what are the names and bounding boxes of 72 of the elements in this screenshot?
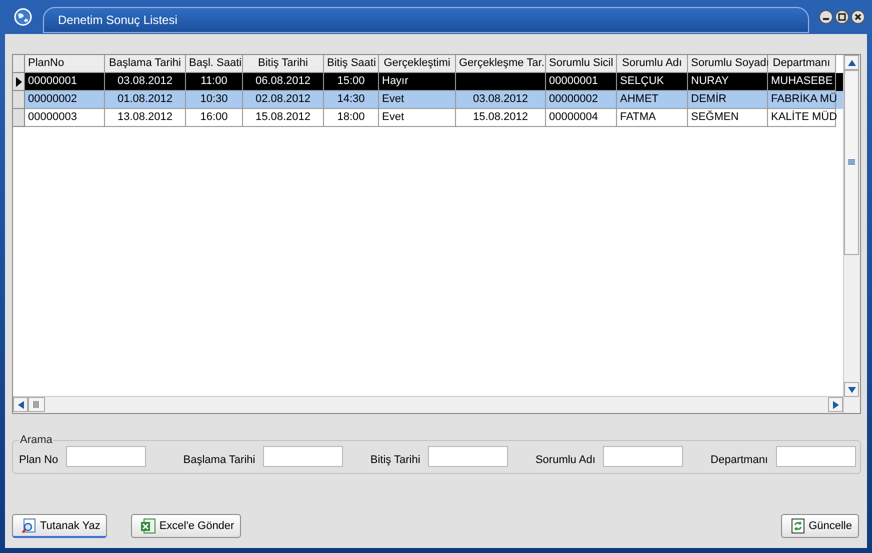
column-header[interactable]: Departmanı (768, 55, 836, 73)
table-cell: 01.08.2012 (105, 91, 186, 109)
table-cell: KALİTE MÜD (768, 109, 836, 127)
magnifier-document-icon (21, 518, 37, 534)
table-cell: Evet (379, 109, 456, 127)
table-cell: 03.08.2012 (456, 91, 546, 109)
grip-icon (33, 401, 40, 408)
column-header[interactable]: Sorumlu Sicil (546, 55, 617, 73)
column-header[interactable]: Sorumlu Soyadı (688, 55, 768, 73)
table-cell: 00000002 (546, 91, 617, 109)
refresh-button[interactable]: Güncelle (780, 514, 859, 538)
column-header[interactable]: Gerçekleştimi (379, 55, 456, 73)
left-arrow-icon (18, 400, 24, 408)
table-cell: 10:30 (186, 91, 243, 109)
maximize-icon[interactable] (835, 10, 849, 24)
column-header[interactable]: Bitiş Tarihi (243, 55, 324, 73)
table-cell: AHMET (617, 91, 688, 109)
table-row[interactable]: 00000003 13.08.2012 16:00 15.08.2012 18:00 Evet 15.08.2012 00000004 FATMA SEĞMEN KALİTE MÜD (13, 109, 843, 127)
group-title: Arama (19, 434, 54, 446)
table-cell: FABRİKA MÜ (768, 91, 836, 109)
field-label: Başlama Tarihi (183, 454, 256, 467)
table-cell: 00000002 (25, 91, 105, 109)
table-cell: SEĞMEN (688, 109, 768, 127)
input-field[interactable] (263, 446, 344, 467)
row-indicator[interactable] (13, 73, 25, 91)
table-row[interactable]: 00000002 01.08.2012 10:30 02.08.2012 14:30 Evet 03.08.2012 00000002 AHMET DEMİR FABRİKA MÜ (13, 91, 843, 109)
table-cell: 00000003 (25, 109, 105, 127)
scroll-down-button[interactable] (844, 382, 859, 397)
input-field[interactable] (428, 446, 508, 467)
current-row-icon (16, 76, 22, 86)
field-label: Sorumlu Adı (535, 454, 596, 467)
field-label: Bitiş Tarihi (370, 454, 420, 467)
table-cell: 00000004 (546, 109, 617, 127)
down-arrow-icon (848, 386, 856, 392)
table-cell: DEMİR (688, 91, 768, 109)
table-cell: 15.08.2012 (243, 109, 324, 127)
field-label: Departmanı (710, 454, 768, 467)
excel-button[interactable]: Excel'e Gönder (131, 514, 242, 538)
table-cell: Evet (379, 91, 456, 109)
column-header[interactable]: Sorumlu Adı (617, 55, 688, 73)
table-cell: FATMA (617, 109, 688, 127)
window-title: Denetim Sonuç Listesi (58, 13, 178, 27)
table-cell: 16:00 (186, 109, 243, 127)
table-cell: 02.08.2012 (243, 91, 324, 109)
up-arrow-icon (848, 60, 856, 66)
field-label: Plan No (19, 454, 58, 467)
input-field[interactable] (66, 446, 146, 467)
input-field[interactable] (603, 446, 684, 467)
close-icon[interactable] (851, 10, 865, 24)
right-arrow-icon (832, 400, 838, 408)
table-cell: 18:00 (324, 109, 379, 127)
column-header[interactable]: Gerçekleşme Tar. (456, 55, 546, 73)
refresh-icon (790, 518, 806, 534)
globe-icon (13, 7, 33, 27)
scroll-up-button[interactable] (844, 55, 859, 70)
scroll-thumb[interactable] (28, 397, 45, 412)
table-row[interactable]: 00000001 03.08.2012 11:00 06.08.2012 15:00 Hayır 00000001 SELÇUK NURAY MUHASEBE (13, 73, 843, 91)
minimize-icon[interactable] (819, 10, 833, 24)
column-header[interactable]: Başl. Saati (186, 55, 243, 73)
column-header[interactable]: Başlama Tarihi (105, 55, 186, 73)
scroll-right-button[interactable] (828, 397, 843, 412)
column-header[interactable]: Bitiş Saati (324, 55, 379, 73)
table-cell: 15.08.2012 (456, 109, 546, 127)
report-button[interactable]: Tutanak Yaz (12, 514, 108, 538)
table-cell: 14:30 (324, 91, 379, 109)
scroll-left-button[interactable] (13, 397, 28, 412)
input-field[interactable] (776, 446, 856, 467)
column-header[interactable]: PlanNo (25, 55, 105, 73)
spreadsheet-icon (140, 518, 156, 534)
table-cell: 13.08.2012 (105, 109, 186, 127)
scroll-thumb[interactable] (844, 70, 859, 255)
grip-icon (848, 159, 855, 166)
